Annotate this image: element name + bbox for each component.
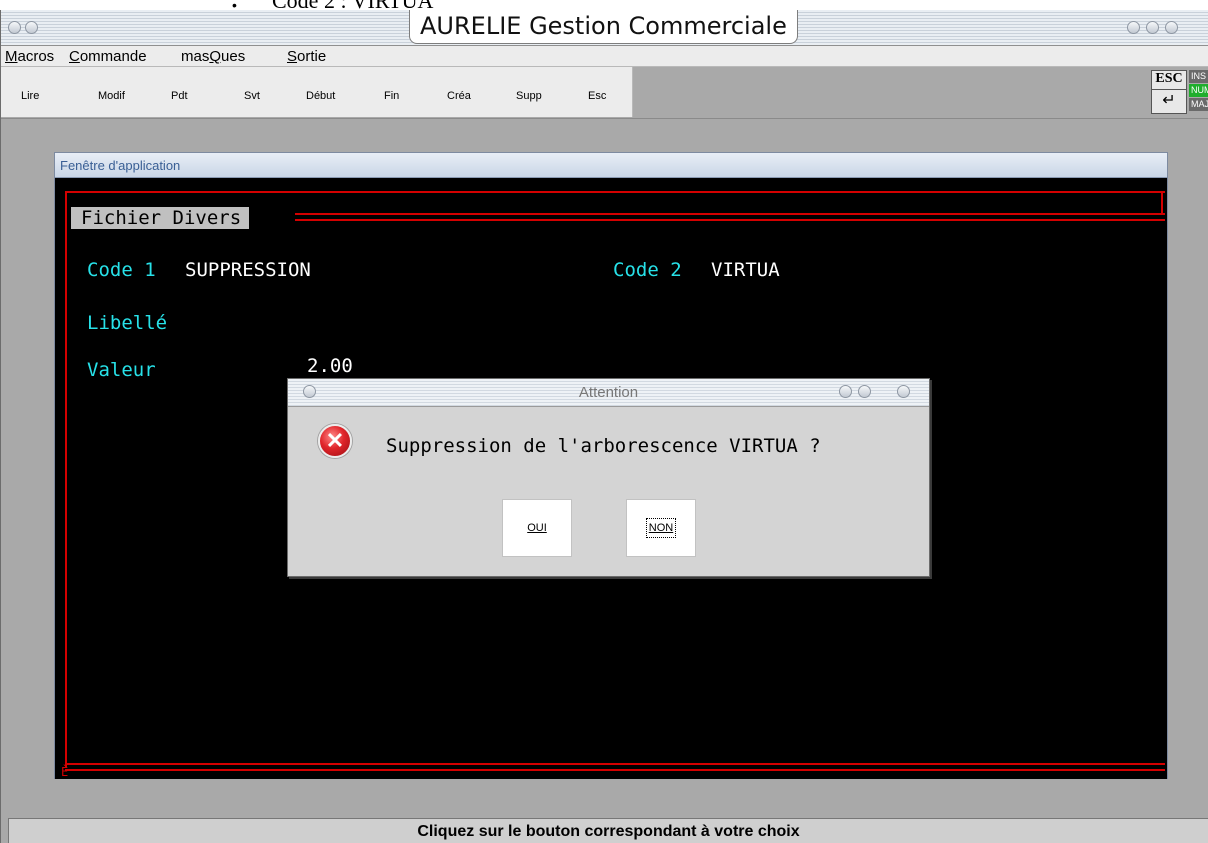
error-icon: ✕: [318, 424, 352, 458]
num-indicator: NUM: [1189, 84, 1208, 97]
esc-enter-keys[interactable]: ESC ↵: [1151, 70, 1187, 114]
window-circle-left-1-icon[interactable]: [8, 21, 21, 34]
code2-value[interactable]: VIRTUA: [711, 259, 780, 281]
frame-top-line: [65, 191, 1165, 193]
window-titlebar[interactable]: AURELIE Gestion Commerciale: [1, 10, 1208, 46]
menu-masques[interactable]: masQues: [181, 48, 245, 65]
toolbar-button-modif[interactable]: Modif: [98, 90, 125, 102]
toolbar-button-esc[interactable]: Esc: [588, 90, 606, 102]
menu-sortie[interactable]: Sortie: [287, 48, 326, 65]
dialog-title: Attention: [578, 384, 639, 401]
enter-key-icon[interactable]: ↵: [1152, 93, 1186, 109]
frame-bottom-line-2: [65, 769, 1165, 771]
oui-button[interactable]: OUI: [502, 499, 572, 557]
toolbar-button-crea[interactable]: Créa: [447, 90, 471, 102]
non-button-label: NON: [645, 518, 677, 538]
toolbar-button-supp[interactable]: Supp: [516, 90, 542, 102]
libelle-label: Libellé: [87, 312, 168, 334]
status-bar: Cliquez sur le bouton correspondant à vo…: [8, 818, 1208, 843]
menubar: Macros Commande masQues Sortie: [1, 46, 1208, 67]
menu-commande[interactable]: Commande: [69, 48, 147, 65]
toolbar-button-pdt[interactable]: Pdt: [171, 90, 188, 102]
code1-label: Code 1: [87, 259, 156, 281]
app-title: AURELIE Gestion Commerciale: [409, 10, 798, 44]
maj-indicator: MAJ: [1189, 98, 1208, 111]
dialog-maximize-icon[interactable]: [858, 385, 871, 398]
subwindow-title: Fenêtre d'application: [55, 153, 1167, 178]
toolbar-button-fin[interactable]: Fin: [384, 90, 399, 102]
toolbar-strip: Lire Modif Pdt Svt Début Fin Créa Supp E…: [1, 67, 633, 117]
esc-key[interactable]: ESC: [1152, 72, 1186, 90]
valeur-label: Valeur: [87, 359, 156, 381]
window-circle-left-2-icon[interactable]: [25, 21, 38, 34]
frame-left-line: [65, 191, 67, 767]
dialog-message: Suppression de l'arborescence VIRTUA ?: [386, 435, 821, 457]
attention-dialog: Attention ✕ Suppression de l'arborescenc…: [287, 378, 930, 577]
frame-title: Fichier Divers: [71, 207, 250, 229]
ins-indicator: INS: [1189, 70, 1208, 83]
frame-bottom-line-1: [65, 763, 1165, 765]
code2-label: Code 2: [613, 259, 682, 281]
frame-title-line-1: [295, 213, 1165, 215]
dialog-minimize-icon[interactable]: [839, 385, 852, 398]
toolbar-button-svt[interactable]: Svt: [244, 90, 260, 102]
oui-button-label: OUI: [527, 522, 547, 534]
valeur-value[interactable]: 2.00: [307, 355, 353, 377]
close-circle-icon[interactable]: [1165, 21, 1178, 34]
menu-macros[interactable]: Macros: [5, 48, 54, 65]
toolbar-button-lire[interactable]: Lire: [21, 90, 39, 102]
non-button[interactable]: NON: [626, 499, 696, 557]
frame-right-line: [1161, 191, 1163, 215]
minimize-circle-icon[interactable]: [1127, 21, 1140, 34]
code1-value[interactable]: SUPPRESSION: [185, 259, 311, 281]
frame-corner-mark: È: [61, 765, 69, 779]
dialog-titlebar[interactable]: Attention: [288, 379, 929, 407]
dialog-close-icon[interactable]: [897, 385, 910, 398]
frame-title-line-2: [295, 219, 1165, 221]
toolbar: Lire Modif Pdt Svt Début Fin Créa Supp E…: [1, 67, 1208, 119]
toolbar-button-debut[interactable]: Début: [306, 90, 335, 102]
maximize-circle-icon[interactable]: [1146, 21, 1159, 34]
